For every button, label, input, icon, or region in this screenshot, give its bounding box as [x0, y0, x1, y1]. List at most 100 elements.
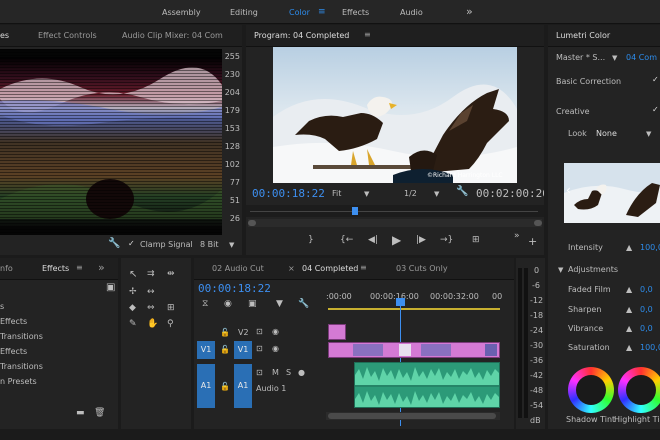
- chevron-down-icon[interactable]: ▼: [364, 190, 369, 198]
- chevron-down-icon[interactable]: ▼: [229, 241, 234, 249]
- prev-look-icon[interactable]: ‹: [566, 183, 571, 197]
- pen-tool-icon[interactable]: ✎: [129, 320, 137, 329]
- tab-scopes[interactable]: es: [0, 31, 9, 40]
- go-to-out-icon[interactable]: →}: [440, 236, 453, 245]
- zoom-scrollbar[interactable]: [248, 219, 542, 227]
- add-button-icon[interactable]: +: [528, 236, 537, 247]
- intensity-value[interactable]: 100,0: [640, 243, 660, 252]
- track-select-tool-icon[interactable]: ⇉: [147, 270, 155, 279]
- effects-item[interactable]: n Presets: [0, 377, 37, 386]
- export-frame-icon[interactable]: ⊞: [472, 236, 480, 245]
- source-v1-track[interactable]: V1: [197, 341, 215, 359]
- more-workspaces-icon[interactable]: »: [466, 5, 473, 18]
- resolution-select[interactable]: 1/2: [404, 189, 417, 198]
- effects-item[interactable]: Transitions: [0, 362, 43, 371]
- menu-icon[interactable]: ≡: [364, 30, 371, 39]
- slide-tool-icon[interactable]: ⊞: [167, 304, 175, 313]
- shadow-tint-wheel[interactable]: [568, 367, 614, 413]
- basic-checkbox[interactable]: ✓: [652, 75, 659, 84]
- tab-effects[interactable]: Effects: [42, 264, 69, 273]
- playhead-bar[interactable]: [246, 205, 544, 217]
- wrench-icon[interactable]: 🔧: [298, 300, 309, 309]
- tab-03-cuts-only[interactable]: 03 Cuts Only: [396, 264, 448, 273]
- sync-lock-icon[interactable]: ⊡: [256, 368, 263, 377]
- track-target-a1[interactable]: A1: [234, 364, 252, 408]
- mark-out-icon[interactable]: }: [308, 236, 314, 245]
- eye-icon[interactable]: ◉: [272, 327, 279, 336]
- workspace-menu-icon[interactable]: ≡: [318, 7, 326, 17]
- slip-tool-icon[interactable]: ⇔: [147, 304, 155, 313]
- wrench-icon[interactable]: 🔧: [108, 239, 120, 249]
- trash-icon[interactable]: 🗑: [94, 408, 105, 418]
- adjustments-label[interactable]: Adjustments: [568, 265, 618, 274]
- workspace-color[interactable]: Color: [289, 8, 310, 17]
- step-back-icon[interactable]: ◀|: [368, 236, 378, 245]
- zoom-tool-icon[interactable]: ⚲: [167, 320, 174, 329]
- playhead-handle[interactable]: [396, 298, 405, 306]
- timeline-timecode[interactable]: 00:00:18:22: [198, 282, 271, 295]
- audio-clip[interactable]: [354, 362, 500, 408]
- sync-lock-icon[interactable]: ⊡: [256, 327, 263, 336]
- program-timecode[interactable]: 00:00:18:22: [252, 187, 325, 200]
- rolling-edit-tool-icon[interactable]: ✢: [129, 288, 137, 297]
- effects-item[interactable]: Transitions: [0, 332, 43, 341]
- close-icon[interactable]: ×: [288, 264, 295, 273]
- tab-02-audio-cut[interactable]: 02 Audio Cut: [212, 264, 264, 273]
- look-select[interactable]: None: [596, 129, 617, 138]
- highlight-tint-wheel[interactable]: [618, 367, 660, 413]
- section-creative[interactable]: Creative: [556, 107, 590, 116]
- menu-icon[interactable]: ≡: [360, 263, 367, 272]
- v1-clip[interactable]: [328, 342, 500, 358]
- snap-icon[interactable]: ⧖: [202, 300, 208, 309]
- workspace-audio[interactable]: Audio: [400, 8, 423, 17]
- menu-icon[interactable]: ≡: [76, 263, 83, 272]
- step-forward-icon[interactable]: |▶: [416, 236, 426, 245]
- rate-stretch-tool-icon[interactable]: ↔: [147, 288, 155, 297]
- wrench-icon[interactable]: 🔧: [456, 187, 468, 197]
- lock-icon[interactable]: 🔓: [220, 328, 230, 337]
- workspace-effects[interactable]: Effects: [342, 8, 369, 17]
- track-target-v1[interactable]: V1: [234, 341, 252, 359]
- more-controls-icon[interactable]: »: [514, 232, 520, 241]
- marker-icon[interactable]: ▼: [276, 300, 283, 309]
- solo-button[interactable]: S: [286, 368, 291, 377]
- bit-depth-select[interactable]: 8 Bit: [200, 240, 218, 249]
- master-clip-select[interactable]: Master * S...: [556, 53, 605, 62]
- source-a1-track[interactable]: A1: [197, 364, 215, 408]
- chevron-down-icon[interactable]: ▼: [612, 54, 617, 62]
- chevron-down-icon[interactable]: ▼: [434, 190, 439, 198]
- selection-tool-icon[interactable]: ↖: [129, 270, 137, 280]
- vibrance-value[interactable]: 0,0: [640, 324, 653, 333]
- program-title[interactable]: Program: 04 Completed: [254, 31, 349, 40]
- effects-item[interactable]: Effects: [0, 317, 27, 326]
- tab-effect-controls[interactable]: Effect Controls: [38, 31, 97, 40]
- play-icon[interactable]: ▶: [392, 234, 401, 246]
- add-marker-icon[interactable]: ▣: [248, 300, 257, 309]
- razor-tool-icon[interactable]: ◆: [129, 304, 136, 313]
- saturation-value[interactable]: 100,0: [640, 343, 660, 352]
- effects-item[interactable]: Effects: [0, 347, 27, 356]
- chevron-down-icon[interactable]: ▼: [646, 130, 651, 138]
- work-area-bar[interactable]: [328, 308, 500, 310]
- workspace-editing[interactable]: Editing: [230, 8, 258, 17]
- effects-item[interactable]: s: [0, 302, 4, 311]
- new-bin-icon[interactable]: ▣: [106, 282, 115, 293]
- tab-info[interactable]: nfo: [0, 264, 13, 273]
- timeline-scrollbar[interactable]: [326, 412, 500, 420]
- tab-04-completed[interactable]: 04 Completed: [302, 264, 358, 273]
- lock-icon[interactable]: 🔓: [220, 345, 230, 354]
- folder-icon[interactable]: ▬: [76, 408, 85, 418]
- sync-lock-icon[interactable]: ⊡: [256, 344, 263, 353]
- mic-icon[interactable]: ●: [298, 368, 305, 377]
- clamp-checkbox[interactable]: ✓: [128, 239, 135, 248]
- eye-icon[interactable]: ◉: [272, 344, 279, 353]
- clip-select[interactable]: 04 Com: [626, 53, 657, 62]
- lock-icon[interactable]: 🔓: [220, 382, 230, 391]
- v2-clip[interactable]: [328, 324, 346, 340]
- tab-audio-clip-mixer[interactable]: Audio Clip Mixer: 04 Com: [122, 31, 223, 40]
- go-to-in-icon[interactable]: {←: [340, 236, 353, 245]
- lumetri-title[interactable]: Lumetri Color: [556, 31, 610, 40]
- workspace-assembly[interactable]: Assembly: [162, 8, 201, 17]
- fit-select[interactable]: Fit: [332, 189, 341, 198]
- more-tabs-icon[interactable]: »: [98, 261, 105, 274]
